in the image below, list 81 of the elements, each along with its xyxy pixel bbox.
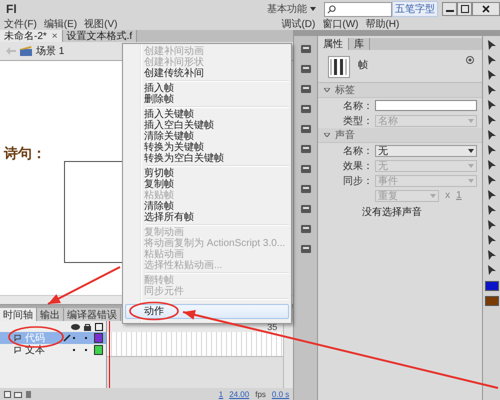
section-header[interactable]: 标签 [318, 83, 482, 98]
frame-number: 35 [267, 322, 278, 332]
caret-icon [468, 148, 474, 152]
menu-item[interactable]: 文件(F) [4, 17, 37, 31]
field-label: 类型： [342, 114, 374, 128]
dropdown[interactable]: 无 [375, 144, 478, 156]
collapse-triangle-icon[interactable] [324, 88, 330, 92]
context-menu-item[interactable]: 插入空白关键帧 [125, 120, 289, 131]
object-type-label: 帧 [358, 58, 368, 72]
context-menu-item[interactable]: 转换为关键帧 [125, 142, 289, 153]
eye-icon[interactable] [71, 324, 80, 330]
color-swatch[interactable] [484, 281, 499, 291]
field-label: 效果： [342, 160, 374, 172]
context-menu-item[interactable]: 删除帧 [125, 94, 289, 105]
context-menu-item[interactable]: 复制帧 [125, 179, 289, 190]
panel-tab[interactable]: 库 [349, 38, 370, 50]
context-menu-item[interactable]: 动作 [125, 304, 289, 319]
context-menu-item[interactable]: 创建传统补间 [125, 68, 289, 79]
section-title: 标签 [335, 84, 356, 97]
layer-color-swatch[interactable] [94, 345, 103, 355]
context-menu-item[interactable]: 剪切帧 [125, 168, 289, 179]
outline-square-icon[interactable] [95, 322, 103, 330]
maximize-icon [460, 5, 468, 13]
context-menu-item[interactable]: 清除关键帧 [125, 131, 289, 142]
section-title: 声音 [335, 128, 356, 142]
minimize-button[interactable] [442, 2, 457, 16]
close-button[interactable] [472, 2, 500, 16]
lock-icon[interactable] [84, 322, 91, 330]
document-tab[interactable]: 未命名-2* × [0, 30, 63, 42]
elapsed-time[interactable]: 0.0 s [272, 390, 290, 398]
menu-item[interactable]: 视图(V) [84, 17, 118, 31]
app-logo: Fl [5, 2, 17, 16]
collapse-triangle-icon[interactable] [324, 133, 330, 137]
name-input[interactable] [375, 100, 478, 111]
panel-tab[interactable]: 时间轴 [0, 308, 37, 321]
menu-item[interactable]: 编辑(E) [44, 17, 78, 31]
menu-item[interactable]: 窗口(W) [322, 17, 358, 31]
frame-symbol-icon [328, 56, 350, 78]
field-label: 名称： [342, 100, 374, 112]
close-tab-button[interactable]: × [52, 30, 58, 42]
clapperboard-icon [20, 46, 32, 56]
section-header[interactable]: 声音 [318, 128, 482, 143]
context-menu-item[interactable]: 插入关键帧 [125, 109, 289, 120]
layer-buttons-drawing[interactable] [4, 390, 34, 398]
pointer-icon[interactable] [486, 39, 498, 51]
context-menu-item[interactable]: 选择所有帧 [125, 212, 289, 223]
context-menu-item[interactable]: 清除帧 [125, 201, 289, 212]
workspace-dropdown[interactable]: 基本功能 [264, 2, 310, 16]
sound-status-text: 没有选择声音 [361, 206, 424, 219]
times-sign: x [445, 190, 450, 201]
panel-tab[interactable]: 编译器错误 [64, 308, 121, 321]
maximize-button[interactable] [457, 2, 472, 16]
color-swatch[interactable] [484, 296, 499, 306]
help-icon[interactable] [466, 56, 474, 64]
caret-icon [468, 178, 474, 182]
menu-item[interactable]: 帮助(H) [365, 17, 400, 31]
caret-icon [468, 118, 474, 122]
search-icon [327, 4, 336, 14]
current-frame[interactable]: 1 [218, 390, 224, 398]
layer-color-swatch[interactable] [94, 333, 103, 343]
context-menu-item[interactable]: 插入帧 [125, 83, 289, 94]
close-icon [482, 5, 490, 13]
field-label: 名称： [342, 144, 374, 158]
caret-icon [430, 194, 436, 198]
input-method-indicator[interactable]: 五笔字型 [392, 1, 438, 17]
field-label: 同步： [342, 174, 374, 188]
panel-tab[interactable]: 输出 [37, 308, 64, 321]
pointer-icon[interactable] [486, 54, 498, 66]
stage-text: 诗句： [4, 145, 46, 163]
document-tab[interactable]: 设置文本格式.f [62, 30, 138, 42]
frame-rate-unit: fps [255, 390, 266, 398]
caret-icon [310, 7, 316, 11]
annotation-circle [129, 302, 179, 320]
scene-label[interactable]: 场景 1 [36, 44, 64, 58]
menu-item[interactable]: 调试(D) [281, 17, 316, 31]
search-field[interactable] [324, 2, 392, 16]
frame-rate[interactable]: 24.00 [229, 390, 250, 398]
context-menu-item[interactable]: 转换为空白关键帧 [125, 153, 289, 164]
caret-icon [468, 164, 474, 168]
panel-tab[interactable]: 属性 [318, 38, 350, 50]
timeline-scrollbar[interactable] [283, 321, 294, 388]
